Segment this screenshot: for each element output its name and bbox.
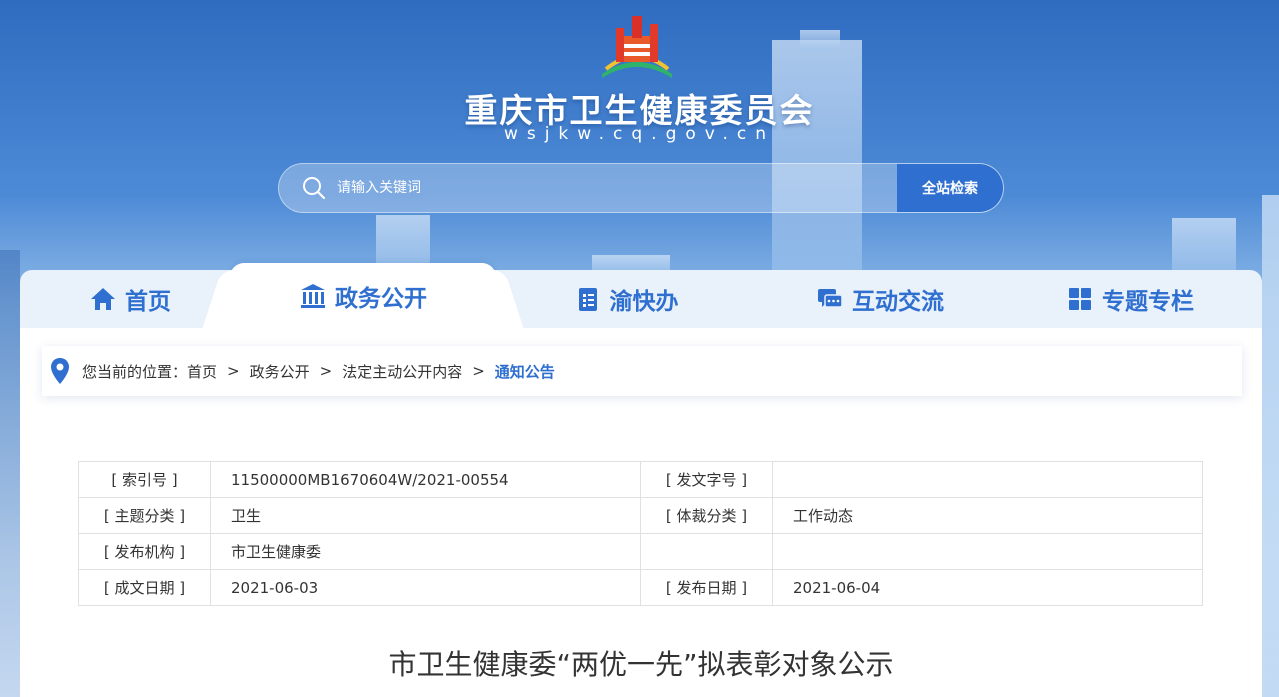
main-nav: 首页 政务公开 渝快办 互动交流 专题专栏: [20, 263, 1262, 328]
search-input[interactable]: [337, 164, 897, 212]
nav-item-special-topics-label: 专题专栏: [1102, 289, 1194, 315]
genre-category-label: [ 体裁分类 ]: [640, 497, 773, 534]
nav-item-home-label: 首页: [125, 289, 171, 315]
table-row: [ 成文日期 ] 2021-06-03 [ 发布日期 ] 2021-06-04: [78, 569, 1203, 606]
issuing-agency-value: 市卫生健康委: [210, 533, 641, 570]
table-row: [ 发布机构 ] 市卫生健康委: [78, 533, 1203, 570]
nav-item-home[interactable]: 首页: [30, 270, 230, 328]
site-domain: wsjkw.cq.gov.cn: [503, 124, 776, 144]
breadcrumb-statutory-disclosure[interactable]: 法定主动公开内容: [342, 361, 462, 382]
document-number-value: [772, 461, 1203, 498]
issuing-agency-label: [ 发布机构 ]: [78, 533, 211, 570]
site-search-button[interactable]: 全站检索: [897, 164, 1003, 212]
government-building-icon: [299, 282, 327, 310]
nav-item-interaction[interactable]: 互动交流: [760, 270, 1000, 328]
search-bar: 全站检索: [278, 163, 1004, 213]
table-row: [ 索引号 ] 11500000MB1670604W/2021-00554 [ …: [78, 461, 1203, 498]
empty-label: [640, 533, 773, 570]
article-title: 市卫生健康委“两优一先”拟表彰对象公示: [388, 648, 894, 681]
location-pin-icon: [51, 358, 69, 384]
subject-category-label: [ 主题分类 ]: [78, 497, 211, 534]
breadcrumb-separator: >: [472, 362, 485, 380]
empty-value: [772, 533, 1203, 570]
breadcrumb-government-affairs[interactable]: 政务公开: [250, 361, 310, 382]
nav-item-interaction-label: 互动交流: [852, 289, 944, 315]
grid-icon: [1066, 285, 1094, 313]
clipboard-list-icon: [574, 285, 602, 313]
nav-item-special-topics[interactable]: 专题专栏: [1010, 270, 1250, 328]
subject-category-value: 卫生: [210, 497, 641, 534]
chat-bubbles-icon: [816, 285, 844, 313]
nav-item-yukuaiban-label: 渝快办: [609, 289, 679, 315]
breadcrumb-separator: >: [227, 362, 240, 380]
genre-category-value: 工作动态: [772, 497, 1203, 534]
index-number-value: 11500000MB1670604W/2021-00554: [210, 461, 641, 498]
document-metadata-table: [ 索引号 ] 11500000MB1670604W/2021-00554 [ …: [78, 461, 1203, 606]
table-row: [ 主题分类 ] 卫生 [ 体裁分类 ] 工作动态: [78, 497, 1203, 534]
content-panel: 您当前的位置： 首页 > 政务公开 > 法定主动公开内容 > 通知公告 [ 索引…: [20, 328, 1262, 697]
government-logo: [602, 16, 672, 78]
nav-item-government-affairs[interactable]: 政务公开: [230, 263, 496, 328]
written-date-value: 2021-06-03: [210, 569, 641, 606]
nav-item-government-affairs-label: 政务公开: [335, 285, 427, 312]
home-icon: [89, 285, 117, 313]
breadcrumb-notices[interactable]: 通知公告: [495, 361, 555, 382]
search-icon: [303, 177, 326, 200]
nav-item-yukuaiban[interactable]: 渝快办: [516, 270, 736, 328]
index-number-label: [ 索引号 ]: [78, 461, 211, 498]
breadcrumb-separator: >: [319, 362, 333, 380]
publish-date-value: 2021-06-04: [772, 569, 1203, 606]
document-number-label: [ 发文字号 ]: [640, 461, 773, 498]
breadcrumb-prefix: 您当前的位置：: [82, 362, 188, 381]
breadcrumb: 您当前的位置： 首页 > 政务公开 > 法定主动公开内容 > 通知公告: [42, 346, 1242, 396]
written-date-label: [ 成文日期 ]: [78, 569, 211, 606]
publish-date-label: [ 发布日期 ]: [640, 569, 773, 606]
breadcrumb-home[interactable]: 首页: [187, 361, 217, 382]
